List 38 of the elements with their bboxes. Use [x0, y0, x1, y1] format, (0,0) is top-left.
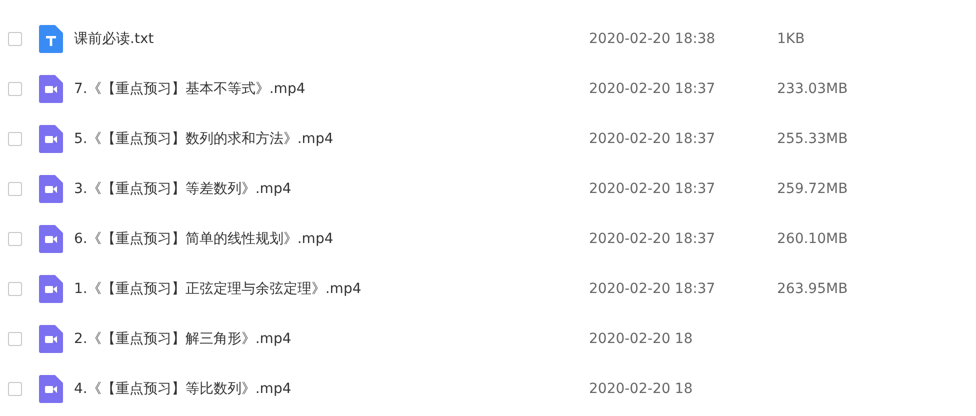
modified-date: 2020-02-20 18:37	[589, 281, 716, 297]
file-size: 1KB	[777, 31, 805, 47]
file-size: 233.03MB	[777, 81, 848, 97]
checkbox[interactable]	[8, 32, 22, 46]
checkbox[interactable]	[8, 182, 22, 196]
file-name[interactable]: 课前必读.txt	[74, 30, 589, 48]
file-name[interactable]: 6.《【重点预习】简单的线性规划》.mp4	[74, 230, 589, 248]
video-file-icon	[39, 325, 63, 353]
checkbox[interactable]	[8, 332, 22, 346]
modified-date: 2020-02-20 18:37	[589, 81, 716, 97]
modified-date: 2020-02-20 18:38	[589, 31, 716, 47]
video-file-icon	[39, 75, 63, 103]
modified-date: 2020-02-20 18	[589, 381, 694, 397]
video-file-icon	[39, 375, 63, 403]
video-file-icon	[39, 225, 63, 253]
checkbox[interactable]	[8, 132, 22, 146]
video-file-icon	[39, 175, 63, 203]
file-name[interactable]: 1.《【重点预习】正弦定理与余弦定理》.mp4	[74, 280, 589, 298]
checkbox[interactable]	[8, 282, 22, 296]
file-name[interactable]: 7.《【重点预习】基本不等式》.mp4	[74, 80, 589, 98]
video-file-icon	[39, 125, 63, 153]
file-size: 263.95MB	[777, 281, 848, 297]
file-name[interactable]: 5.《【重点预习】数列的求和方法》.mp4	[74, 130, 589, 148]
modified-date: 2020-02-20 18	[589, 331, 694, 347]
video-file-icon	[39, 275, 63, 303]
file-size: 260.10MB	[777, 231, 848, 247]
file-name[interactable]: 2.《【重点预习】解三角形》.mp4	[74, 330, 589, 348]
checkbox[interactable]	[8, 82, 22, 96]
modified-date: 2020-02-20 18:37	[589, 181, 716, 197]
file-name[interactable]: 3.《【重点预习】等差数列》.mp4	[74, 180, 589, 198]
checkbox[interactable]	[8, 382, 22, 396]
file-size: 259.72MB	[777, 181, 848, 197]
file-name[interactable]: 4.《【重点预习】等比数列》.mp4	[74, 380, 589, 398]
checkbox[interactable]	[8, 232, 22, 246]
file-size: 255.33MB	[777, 131, 848, 147]
modified-date: 2020-02-20 18:37	[589, 131, 716, 147]
text-file-icon	[39, 25, 63, 53]
modified-date: 2020-02-20 18:37	[589, 231, 716, 247]
